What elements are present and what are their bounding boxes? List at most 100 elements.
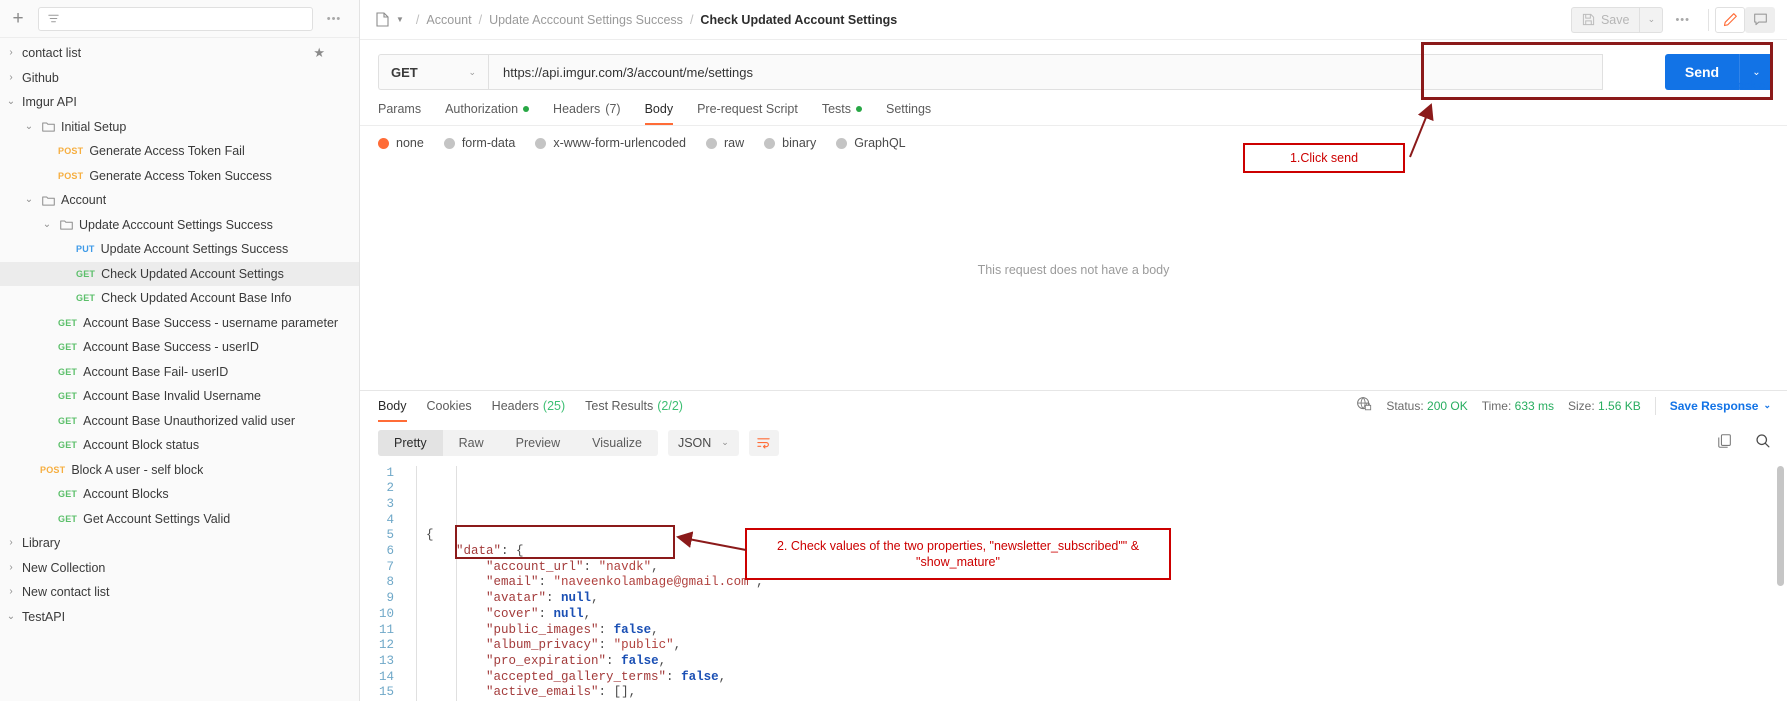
sidebar-item-imgur-api[interactable]: ⌄ Imgur API: [0, 90, 359, 115]
response-format-bar: Pretty Raw Preview Visualize JSON ⌄: [360, 422, 1787, 462]
chevron-down-icon[interactable]: ⌄: [0, 611, 22, 622]
chevron-right-icon[interactable]: ›: [0, 562, 22, 573]
breadcrumb-caret-icon[interactable]: ▼: [396, 15, 404, 24]
sidebar-item-block-a-user-self-block[interactable]: POST Block A user - self block: [0, 458, 359, 483]
code-line: "public_images": false,: [486, 622, 659, 637]
tab-label: Authorization: [445, 102, 519, 116]
sidebar-more-button[interactable]: •••: [321, 13, 347, 25]
sidebar-item-account-base-success-userid[interactable]: GET Account Base Success - userID: [0, 335, 359, 360]
chevron-down-icon[interactable]: ⌄: [0, 97, 22, 107]
response-tab-cookies[interactable]: Cookies: [427, 390, 472, 422]
sidebar-item-testapi[interactable]: ⌄ TestAPI: [0, 605, 359, 630]
sidebar-item-new-contact-list[interactable]: › New contact list: [0, 580, 359, 605]
sidebar-item-account-base-invalid-username[interactable]: GET Account Base Invalid Username: [0, 384, 359, 409]
response-tabs[interactable]: Body Cookies Headers (25) Test Results (2/2): [378, 390, 683, 422]
sidebar-item-account-base-success-username-parameter[interactable]: GET Account Base Success - username param…: [0, 311, 359, 336]
response-tab-body[interactable]: Body: [378, 390, 407, 422]
sidebar-item-account-base-unauthorized-valid-user[interactable]: GET Account Base Unauthorized valid user: [0, 409, 359, 434]
sidebar-item-label: Check Updated Account Settings: [101, 266, 284, 281]
response-tab-test-results[interactable]: Test Results (2/2): [585, 390, 683, 422]
format-preview[interactable]: Preview: [500, 430, 576, 456]
save-button[interactable]: Save: [1570, 6, 1640, 33]
save-options-button[interactable]: ⌄: [1639, 6, 1664, 33]
sidebar-item-label: Generate Access Token Success: [89, 168, 272, 183]
response-body-viewer[interactable]: 123456789101112131415161718192021 { "dat…: [360, 462, 1787, 701]
body-type-x-www-form-urlencoded[interactable]: x-www-form-urlencoded: [535, 136, 686, 150]
search-button[interactable]: [1755, 433, 1771, 452]
chevron-right-icon[interactable]: ›: [0, 48, 22, 58]
format-visualize[interactable]: Visualize: [576, 430, 658, 456]
sidebar-item-account[interactable]: ⌄ Account: [0, 188, 359, 213]
new-item-button[interactable]: +: [6, 7, 30, 31]
star-icon[interactable]: ★: [313, 45, 325, 61]
chevron-down-icon[interactable]: ⌄: [18, 121, 40, 132]
body-type-radios[interactable]: none form-data x-www-form-urlencoded raw bin…: [360, 125, 1787, 150]
line-number: 10: [378, 606, 394, 621]
sidebar-item-new-collection[interactable]: › New Collection: [0, 556, 359, 581]
wrap-icon: [757, 438, 771, 449]
http-method-select[interactable]: GET ⌄: [378, 54, 488, 90]
sidebar-item-contact-list[interactable]: › contact list ★: [0, 41, 359, 66]
sidebar-item-generate-access-token-success[interactable]: POST Generate Access Token Success: [0, 164, 359, 189]
tab-pre-request-script[interactable]: Pre-request Script: [697, 102, 798, 125]
copy-button[interactable]: [1717, 433, 1733, 452]
radio-icon: [836, 137, 848, 149]
wrap-lines-button[interactable]: [748, 429, 779, 456]
vertical-scrollbar[interactable]: [1777, 465, 1784, 586]
code-line: "account_url": "navdk",: [486, 559, 659, 574]
tab-body[interactable]: Body: [644, 102, 673, 125]
sidebar-item-generate-access-token-fail[interactable]: POST Generate Access Token Fail: [0, 139, 359, 164]
breadcrumb-separator: /: [415, 12, 420, 27]
json-content[interactable]: { "data": { "account_url": "navdk", "ema…: [404, 465, 764, 701]
sidebar-item-initial-setup[interactable]: ⌄ Initial Setup: [0, 115, 359, 140]
sidebar-item-account-block-status[interactable]: GET Account Block status: [0, 433, 359, 458]
sidebar-item-library[interactable]: › Library: [0, 531, 359, 556]
tab-tests[interactable]: Tests: [822, 102, 862, 125]
line-number: 7: [386, 559, 394, 574]
sidebar-item-label: Library: [22, 536, 61, 551]
sidebar-item-check-updated-account-base-info[interactable]: GET Check Updated Account Base Info: [0, 286, 359, 311]
response-language-select[interactable]: JSON ⌄: [667, 429, 739, 456]
chevron-right-icon[interactable]: ›: [0, 538, 22, 548]
tab-settings[interactable]: Settings: [886, 102, 931, 125]
breadcrumb-item[interactable]: Account: [425, 13, 472, 27]
chevron-down-icon[interactable]: ⌄: [36, 219, 58, 230]
comment-button[interactable]: [1745, 6, 1775, 33]
save-icon: [1582, 13, 1595, 26]
tab-params[interactable]: Params: [378, 102, 421, 125]
save-response-button[interactable]: Save Response ⌄: [1670, 399, 1771, 413]
breadcrumb-item[interactable]: Update Acccount Settings Success: [488, 13, 684, 27]
tab-authorization[interactable]: Authorization: [445, 102, 530, 125]
tab-label: Settings: [886, 102, 932, 116]
body-type-form-data[interactable]: form-data: [443, 136, 515, 150]
http-method-value: GET: [391, 64, 418, 80]
body-type-none[interactable]: none: [378, 136, 424, 150]
sidebar-item-github[interactable]: › Github: [0, 66, 359, 91]
collection-doc-icon[interactable]: [376, 12, 389, 27]
sidebar-filter-input[interactable]: [38, 6, 313, 31]
response-format-toggle[interactable]: Pretty Raw Preview Visualize: [378, 429, 658, 456]
request-more-button[interactable]: •••: [1663, 14, 1702, 26]
tab-headers[interactable]: Headers (7): [553, 102, 621, 125]
body-type-binary[interactable]: binary: [764, 136, 816, 150]
chevron-down-icon[interactable]: ⌄: [18, 195, 40, 205]
request-method-badge: GET: [76, 268, 96, 279]
body-type-raw[interactable]: raw: [706, 136, 744, 150]
sidebar-item-account-blocks[interactable]: GET Account Blocks: [0, 482, 359, 507]
format-raw[interactable]: Raw: [443, 430, 500, 456]
sidebar-item-check-updated-account-settings[interactable]: GET Check Updated Account Settings: [0, 261, 359, 286]
sidebar-item-update-acccount-settings-success[interactable]: ⌄ Update Acccount Settings Success: [0, 213, 359, 238]
response-tab-headers[interactable]: Headers (25): [492, 390, 565, 422]
chevron-right-icon[interactable]: ›: [0, 587, 22, 597]
sidebar-item-label: Check Updated Account Base Info: [101, 291, 292, 306]
format-pretty[interactable]: Pretty: [378, 429, 443, 456]
tab-count: (7): [605, 102, 621, 116]
chevron-right-icon[interactable]: ›: [0, 72, 22, 83]
sidebar-item-account-base-fail-userid[interactable]: GET Account Base Fail- userID: [0, 360, 359, 385]
body-type-graphql[interactable]: GraphQL: [836, 136, 906, 150]
sidebar-item-update-account-settings-success[interactable]: PUT Update Account Settings Success: [0, 237, 359, 262]
collections-tree[interactable]: › contact list ★ › Github ⌄ Imgur API ⌄ Initial …: [0, 38, 359, 701]
edit-mode-button[interactable]: [1715, 6, 1745, 33]
response-header: Body Cookies Headers (25) Test Results (2/2) …: [360, 389, 1787, 422]
sidebar-item-get-account-settings-valid[interactable]: GET Get Account Settings Valid: [0, 507, 359, 532]
